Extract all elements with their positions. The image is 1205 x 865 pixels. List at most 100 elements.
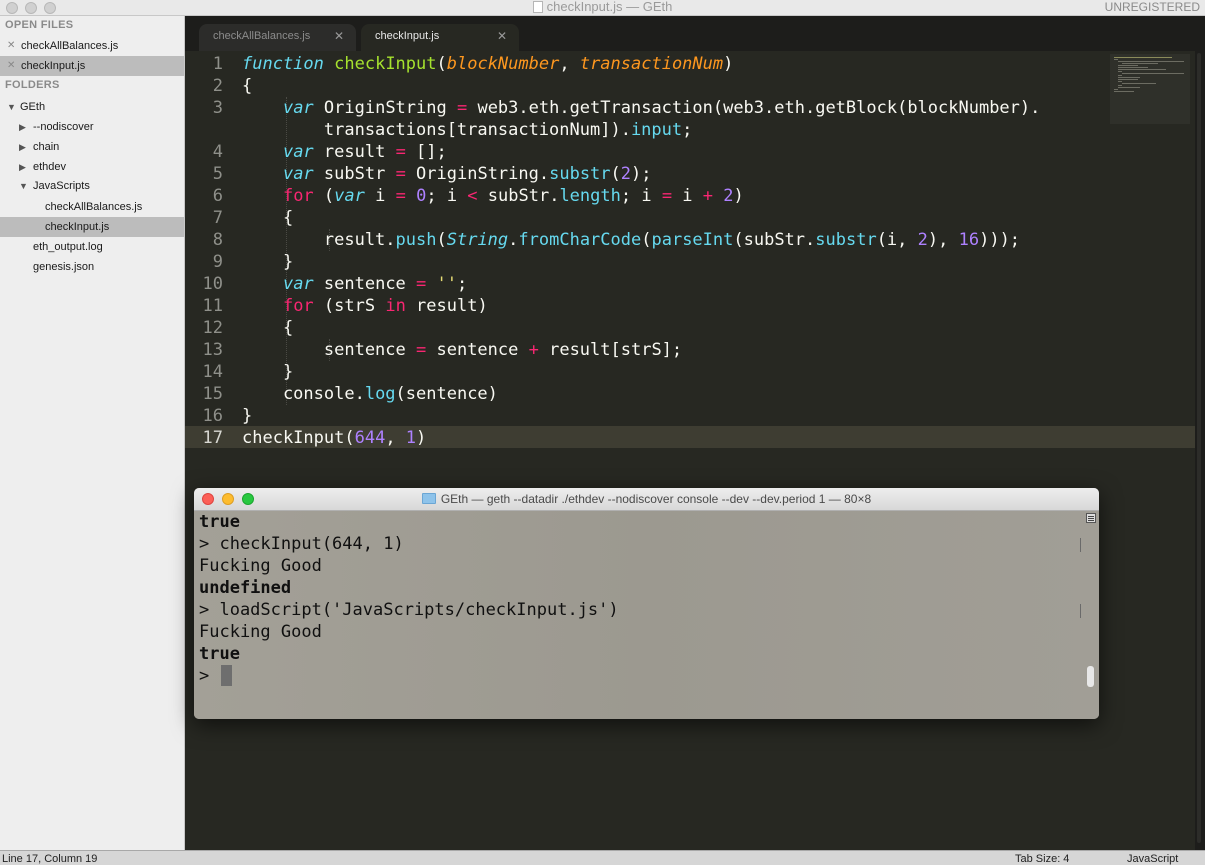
minimap-line — [1118, 67, 1148, 68]
code-line: transactions[transactionNum]).input; — [242, 120, 693, 140]
folder-icon — [421, 493, 436, 504]
terminal-prompt: > — [199, 666, 220, 686]
line-number-gutter: 1 2 3 4 5 6 7 8 9 10 11 12 13 14 15 16 1… — [185, 51, 237, 850]
tab-checkallbalances[interactable]: checkAllBalances.js ✕ — [199, 24, 356, 51]
code-content[interactable]: function checkInput(blockNumber, transac… — [242, 51, 1040, 491]
folder-label: --nodiscover — [33, 121, 94, 133]
close-file-icon[interactable]: ✕ — [7, 56, 15, 76]
tab-size-selector[interactable]: Tab Size: 4 — [1015, 852, 1069, 865]
terminal-line: undefined — [199, 578, 292, 598]
terminal-line: Fucking Good — [199, 622, 322, 642]
line-number: 4 — [212, 142, 223, 162]
line-number: 15 — [202, 384, 223, 404]
line-number: 13 — [202, 340, 223, 360]
terminal-title: GEth — geth --datadir ./ethdev --nodisco… — [194, 492, 1099, 506]
code-editor[interactable]: 1 2 3 4 5 6 7 8 9 10 11 12 13 14 15 16 1… — [185, 51, 1195, 850]
tab-bar: checkAllBalances.js ✕ checkInput.js ✕ — [185, 16, 1205, 51]
terminal-cursor — [221, 665, 232, 686]
code-line: var OriginString = web3.eth.getTransacti… — [282, 98, 1041, 118]
open-files-header: OPEN FILES — [5, 19, 74, 31]
document-icon — [532, 1, 543, 13]
minimap-line — [1114, 91, 1134, 92]
code-line: { — [242, 208, 294, 228]
open-file-label: checkAllBalances.js — [21, 40, 119, 52]
tab-label: checkInput.js — [375, 30, 440, 42]
terminal-menu-icon[interactable] — [1086, 513, 1096, 523]
line-number: 14 — [202, 362, 223, 382]
expanded-arrow-icon[interactable]: ▼ — [19, 176, 28, 196]
open-file-item[interactable]: ✕ checkAllBalances.js — [0, 36, 184, 56]
minimap-line — [1118, 81, 1122, 82]
window-title: checkInput.js — GEth — [0, 0, 1205, 14]
tab-checkinput[interactable]: checkInput.js ✕ — [361, 24, 519, 51]
line-number: 5 — [212, 164, 223, 184]
code-line: var subStr = OriginString.substr(2); — [282, 164, 652, 184]
terminal-line: > checkInput(644, 1) — [199, 534, 404, 554]
code-line: result.push(String.fromCharCode(parseInt… — [242, 230, 1021, 250]
close-file-icon[interactable]: ✕ — [7, 36, 15, 56]
terminal-title-text: GEth — geth --datadir ./ethdev --nodisco… — [440, 492, 872, 506]
code-line: for (var i = 0; i < subStr.length; i = i… — [282, 186, 744, 206]
file-item[interactable]: checkAllBalances.js — [0, 197, 184, 217]
collapsed-arrow-icon[interactable]: ▶ — [19, 137, 26, 157]
tab-close-icon[interactable]: ✕ — [497, 24, 507, 49]
terminal-line: true — [199, 644, 240, 664]
line-number: 6 — [212, 186, 223, 206]
line-number: 8 — [212, 230, 223, 250]
code-line: { — [242, 318, 294, 338]
line-number: 7 — [212, 208, 223, 228]
file-label: eth_output.log — [33, 241, 103, 253]
minimap-line — [1118, 87, 1140, 88]
minimap-line — [1122, 83, 1156, 84]
line-number: 10 — [202, 274, 223, 294]
minimap-line — [1118, 77, 1140, 78]
terminal-output[interactable]: true > checkInput(644, 1) Fucking Good u… — [194, 511, 1099, 719]
folders-header: FOLDERS — [5, 79, 60, 91]
terminal-scrollbar[interactable] — [1087, 666, 1094, 687]
syntax-selector[interactable]: JavaScript — [1127, 852, 1178, 865]
editor-scrollbar[interactable] — [1195, 51, 1205, 850]
file-item[interactable]: genesis.json — [0, 257, 184, 277]
folder-label: JavaScripts — [33, 180, 90, 192]
expanded-arrow-icon[interactable]: ▼ — [7, 97, 16, 117]
terminal-mark — [1079, 604, 1081, 618]
terminal-line: true — [199, 512, 240, 532]
sublime-window: checkInput.js — GEth UNREGISTERED OPEN F… — [0, 0, 1205, 865]
folder-item[interactable]: ▶ chain — [0, 137, 184, 157]
file-item[interactable]: eth_output.log — [0, 237, 184, 257]
terminal-mark — [1079, 538, 1081, 552]
title-bar: checkInput.js — GEth UNREGISTERED — [0, 0, 1205, 16]
minimap[interactable] — [1110, 54, 1190, 124]
minimap-line — [1118, 75, 1122, 76]
tab-close-icon[interactable]: ✕ — [334, 24, 344, 49]
terminal-window[interactable]: GEth — geth --datadir ./ethdev --nodisco… — [194, 488, 1099, 719]
line-number: 9 — [212, 252, 223, 272]
minimap-line — [1114, 57, 1172, 58]
minimap-line — [1118, 65, 1138, 66]
collapsed-arrow-icon[interactable]: ▶ — [19, 117, 26, 137]
tab-label: checkAllBalances.js — [213, 30, 311, 42]
line-number-current: 17 — [202, 428, 223, 448]
collapsed-arrow-icon[interactable]: ▶ — [19, 157, 26, 177]
minimap-line — [1114, 59, 1118, 60]
unregistered-label: UNREGISTERED — [1104, 0, 1200, 14]
minimap-line — [1122, 63, 1158, 64]
scrollbar-thumb[interactable] — [1197, 53, 1201, 843]
code-line: } — [242, 362, 294, 382]
minimap-line — [1118, 71, 1122, 72]
folder-item[interactable]: ▼ GEth — [0, 97, 184, 117]
folder-item[interactable]: ▶ --nodiscover — [0, 117, 184, 137]
folder-item[interactable]: ▶ ethdev — [0, 157, 184, 177]
terminal-title-bar[interactable]: GEth — geth --datadir ./ethdev --nodisco… — [194, 488, 1099, 511]
line-number: 16 — [202, 406, 223, 426]
status-bar: Line 17, Column 19 Tab Size: 4 JavaScrip… — [0, 850, 1205, 865]
minimap-line — [1122, 73, 1184, 74]
sidebar: OPEN FILES ✕ checkAllBalances.js ✕ check… — [0, 16, 185, 850]
terminal-line: Fucking Good — [199, 556, 322, 576]
code-line: console.log(sentence) — [242, 384, 498, 404]
file-item[interactable]: checkInput.js — [0, 217, 184, 237]
minimap-line — [1118, 79, 1138, 80]
open-file-item[interactable]: ✕ checkInput.js — [0, 56, 184, 76]
folder-label: ethdev — [33, 161, 67, 173]
folder-item[interactable]: ▼ JavaScripts — [0, 176, 184, 196]
